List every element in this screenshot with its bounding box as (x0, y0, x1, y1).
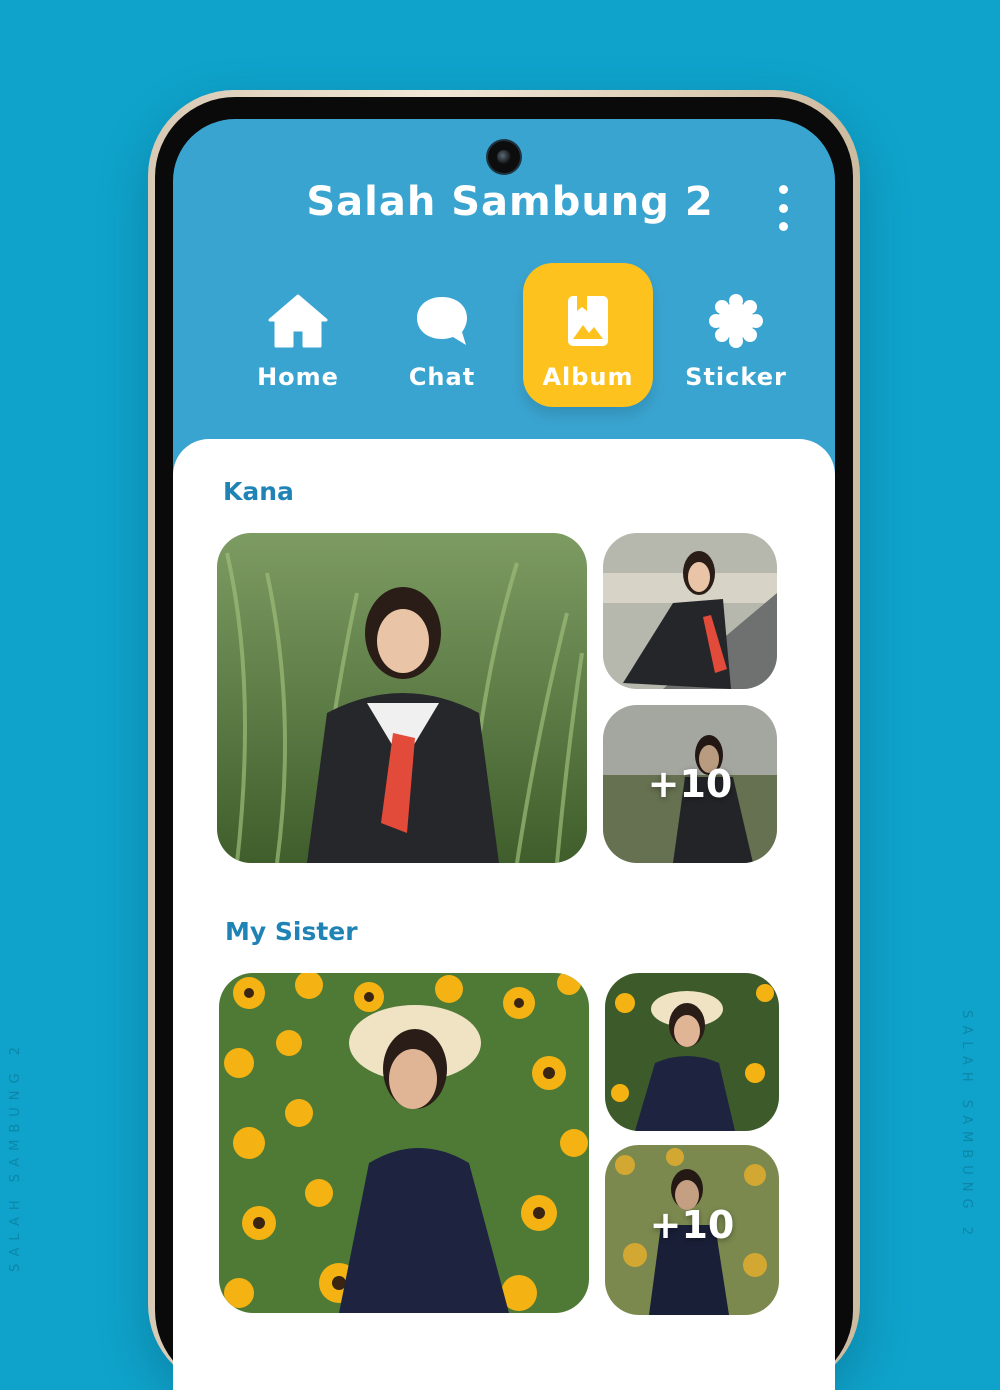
album-sister-photo-2[interactable] (605, 973, 779, 1131)
side-watermark-right: SALAH SAMBUNG 2 (959, 1010, 974, 1242)
album-title-my-sister: My Sister (225, 917, 358, 946)
front-camera-icon (488, 141, 520, 173)
tab-chat-label: Chat (408, 363, 476, 391)
tab-bar: Home Chat Album Sticker (233, 263, 793, 411)
tab-album[interactable]: Album (523, 263, 653, 407)
more-vertical-icon[interactable] (771, 185, 795, 231)
album-sister-more-count: +10 (649, 1203, 735, 1247)
tab-home-label: Home (257, 363, 339, 391)
album-title-kana: Kana (223, 477, 294, 506)
album-sister-more-photo[interactable]: +10 (605, 1145, 779, 1315)
home-icon (268, 293, 328, 349)
album-kana-more-photo[interactable]: +10 (603, 705, 777, 863)
album-kana-more-count: +10 (647, 762, 733, 806)
album-kana-main-photo[interactable] (217, 533, 587, 863)
tab-album-label: Album (542, 363, 634, 391)
phone-bezel: Salah Sambung 2 Home Chat Album Sticker … (155, 97, 853, 1390)
tab-chat[interactable]: Chat (377, 263, 507, 407)
chat-bubble-icon (414, 293, 470, 349)
tab-home[interactable]: Home (233, 263, 363, 407)
tab-sticker[interactable]: Sticker (671, 263, 801, 407)
tab-sticker-label: Sticker (685, 363, 787, 391)
album-panel: Kana +10 My Sister +10 (173, 439, 835, 1390)
side-watermark-left: SALAH SAMBUNG 2 (8, 1040, 23, 1272)
app-title: Salah Sambung 2 (306, 179, 714, 225)
app-screen: Salah Sambung 2 Home Chat Album Sticker … (173, 119, 835, 1390)
phone-frame: Salah Sambung 2 Home Chat Album Sticker … (148, 90, 860, 1390)
album-kana-photo-2[interactable] (603, 533, 777, 689)
album-sister-main-photo[interactable] (219, 973, 589, 1313)
album-icon (565, 293, 611, 349)
sticker-flower-icon (708, 293, 764, 349)
